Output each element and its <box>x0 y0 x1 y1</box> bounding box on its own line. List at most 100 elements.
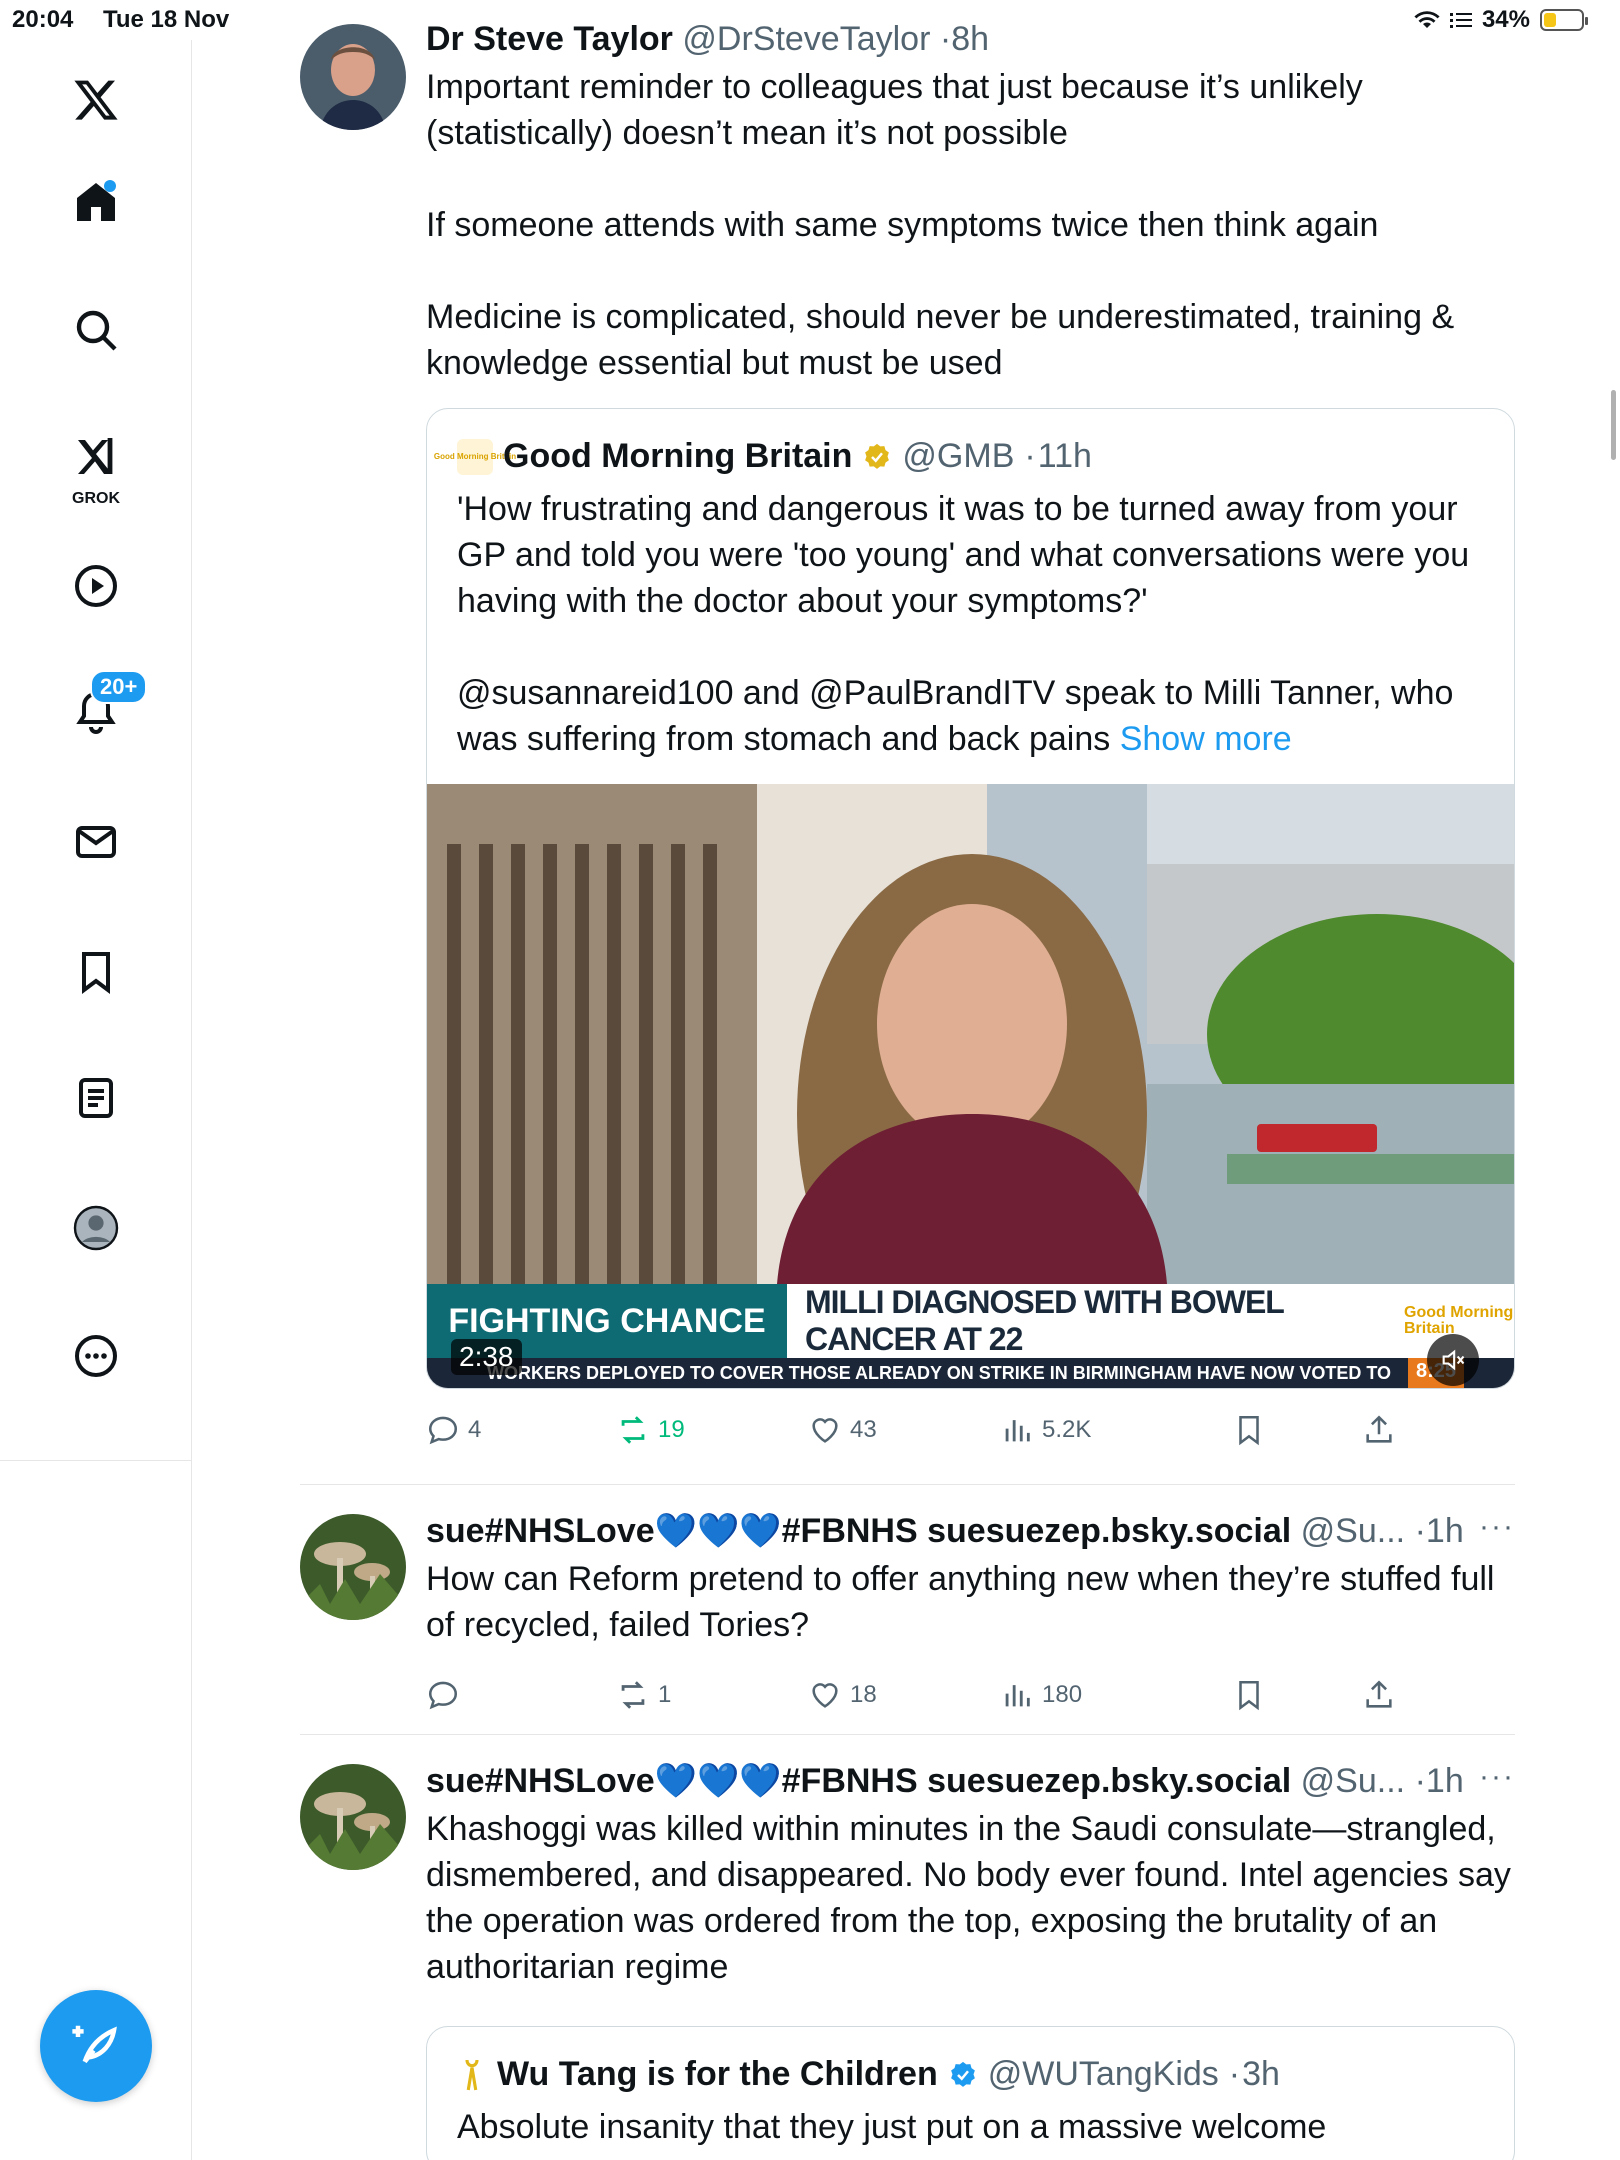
like-count: 18 <box>850 1681 877 1708</box>
list-doc-icon <box>79 1078 113 1118</box>
tweet-paragraph: Important reminder to colleagues that ju… <box>426 68 1363 152</box>
sidebar-item-profile[interactable] <box>60 1192 132 1264</box>
tweet-text: How can Reform pretend to offer anything… <box>426 1556 1515 1648</box>
tweet-actions: 1 18 180 <box>426 1668 1515 1728</box>
sidebar-item-video[interactable] <box>60 550 132 622</box>
tweet-text: Important reminder to colleagues that ju… <box>426 64 1515 386</box>
quote-author-name: Good Morning Britain <box>503 437 853 475</box>
avatar[interactable] <box>300 1764 406 1870</box>
like-button[interactable]: 43 <box>808 1413 877 1447</box>
sidebar: GROK 20+ <box>0 40 192 2160</box>
grok-icon <box>78 438 113 474</box>
sidebar-item-notifications[interactable]: 20+ <box>60 670 148 748</box>
author-name[interactable]: Dr Steve Taylor <box>426 20 673 58</box>
reply-button[interactable]: 4 <box>426 1413 481 1447</box>
quote-header: Wu Tang is for the Children @WUTangKids … <box>427 2027 1514 2094</box>
quote-paragraph: 'How frustrating and dangerous it was to… <box>457 490 1470 620</box>
sidebar-item-messages[interactable] <box>60 806 132 878</box>
share-button[interactable] <box>1362 1678 1396 1712</box>
share-button[interactable] <box>1362 1413 1396 1447</box>
mail-icon <box>76 826 116 858</box>
quote-author-handle: @GMB <box>902 437 1015 475</box>
lower-third-banner: FIGHTING CHANCE MILLI DIAGNOSED WITH BOW… <box>427 1284 1514 1358</box>
reply-count: 4 <box>468 1416 482 1443</box>
like-button[interactable]: 18 <box>808 1678 877 1712</box>
tweet-paragraph: If someone attends with same symptoms tw… <box>426 206 1379 244</box>
mute-button[interactable] <box>1427 1334 1479 1386</box>
battery-icon <box>1540 9 1588 31</box>
x-logo-icon[interactable] <box>60 64 132 136</box>
sidebar-item-search[interactable] <box>60 294 132 366</box>
sidebar-item-bookmarks[interactable] <box>60 936 132 1008</box>
tweet-time[interactable]: 1h <box>1426 1762 1464 1800</box>
more-options-icon[interactable]: ··· <box>1479 1510 1515 1544</box>
compose-button[interactable] <box>40 1990 152 2102</box>
video-duration: 2:38 <box>451 1339 522 1375</box>
quote-time: 11h <box>1037 437 1092 475</box>
repost-button[interactable]: 19 <box>616 1413 685 1447</box>
bookmark-icon <box>1239 1680 1259 1711</box>
tweet-paragraph: Medicine is complicated, should never be… <box>426 298 1455 382</box>
unread-dot <box>104 180 116 192</box>
feather-plus-icon <box>72 2025 117 2064</box>
show-more-link[interactable]: Show more <box>1120 720 1292 758</box>
quote-author-handle: @WUTangKids <box>987 2055 1219 2093</box>
sidebar-item-grok[interactable]: GROK <box>60 420 132 510</box>
repost-button[interactable]: 1 <box>616 1678 671 1712</box>
tweet-divider <box>300 1734 1515 1735</box>
author-name[interactable]: sue#NHSLove💙💙💙#FBNHS suesuezep.bsky.soci… <box>426 1762 1291 1800</box>
bookmark-button[interactable] <box>1232 1413 1266 1447</box>
quote-paragraph-with-more: @susannareid100 and @PaulBrandITV speak … <box>457 670 1484 762</box>
banner-subhead: MILLI DIAGNOSED WITH BOWEL CANCER AT 22 <box>787 1284 1404 1358</box>
scrollbar[interactable] <box>1611 390 1616 460</box>
quote-text: 'How frustrating and dangerous it was to… <box>427 476 1514 784</box>
like-count: 43 <box>850 1416 877 1443</box>
quoted-tweet[interactable]: Good Morning Britain Good Morning Britai… <box>426 408 1515 1389</box>
bookmark-button[interactable] <box>1232 1678 1266 1712</box>
view-count: 5.2K <box>1042 1416 1092 1443</box>
views-button[interactable]: 5.2K <box>1000 1413 1091 1447</box>
reply-icon <box>428 1416 458 1445</box>
view-count: 180 <box>1042 1681 1083 1708</box>
bookmark-icon <box>82 952 110 994</box>
video-player[interactable]: FIGHTING CHANCE MILLI DIAGNOSED WITH BOW… <box>427 784 1514 1388</box>
tweet-time[interactable]: 1h <box>1426 1512 1464 1550</box>
quote-paragraph: Absolute insanity that they just put on … <box>457 2108 1327 2146</box>
tweet-paragraph: Khashoggi was killed within minutes in t… <box>426 1810 1511 1986</box>
more-options-icon[interactable]: ··· <box>1479 1760 1515 1794</box>
bar-chart-icon <box>1005 1420 1030 1442</box>
verified-icon <box>950 2061 975 2087</box>
tweet-divider <box>300 1484 1515 1485</box>
author-handle[interactable]: @Su... <box>1301 1762 1405 1800</box>
notification-badge: 20+ <box>90 670 148 704</box>
clock: 20:04 <box>12 6 74 33</box>
quoted-tweet[interactable]: Wu Tang is for the Children @WUTangKids … <box>426 2026 1515 2160</box>
grok-label: GROK <box>72 490 120 507</box>
gold-verified-icon <box>865 443 890 469</box>
avatar[interactable] <box>300 1514 406 1620</box>
tweet-time[interactable]: 8h <box>951 20 989 58</box>
tweet-header: Dr Steve Taylor @DrSteveTaylor ·8h <box>426 20 990 58</box>
quote-paragraph: @susannareid100 and @PaulBrandITV speak … <box>457 674 1454 758</box>
author-handle[interactable]: @DrSteveTaylor <box>682 20 930 58</box>
battery-fill <box>1544 13 1557 27</box>
repost-icon <box>621 1681 645 1709</box>
avatar-icon <box>73 1205 119 1251</box>
sidebar-item-lists[interactable] <box>60 1062 132 1134</box>
tweet-paragraph: How can Reform pretend to offer anything… <box>426 1560 1495 1644</box>
reply-button[interactable] <box>426 1678 468 1712</box>
views-button[interactable]: 180 <box>1000 1678 1082 1712</box>
author-handle[interactable]: @Su... <box>1301 1512 1405 1550</box>
quote-author-name: Wu Tang is for the Children <box>497 2055 938 2093</box>
sidebar-item-home[interactable] <box>60 166 132 238</box>
date: Tue 18 Nov <box>103 6 230 33</box>
bar-chart-icon <box>1005 1685 1030 1707</box>
tweet-header: sue#NHSLove💙💙💙#FBNHS suesuezep.bsky.soci… <box>426 1512 1464 1550</box>
heart-icon <box>812 1418 838 1443</box>
avatar[interactable] <box>300 24 406 130</box>
author-name[interactable]: sue#NHSLove💙💙💙#FBNHS suesuezep.bsky.soci… <box>426 1512 1291 1550</box>
repost-icon <box>621 1416 645 1444</box>
sidebar-item-more[interactable] <box>60 1320 132 1392</box>
tweet-text: Khashoggi was killed within minutes in t… <box>426 1806 1515 1990</box>
quote-text: Absolute insanity that they just put on … <box>427 2094 1514 2160</box>
